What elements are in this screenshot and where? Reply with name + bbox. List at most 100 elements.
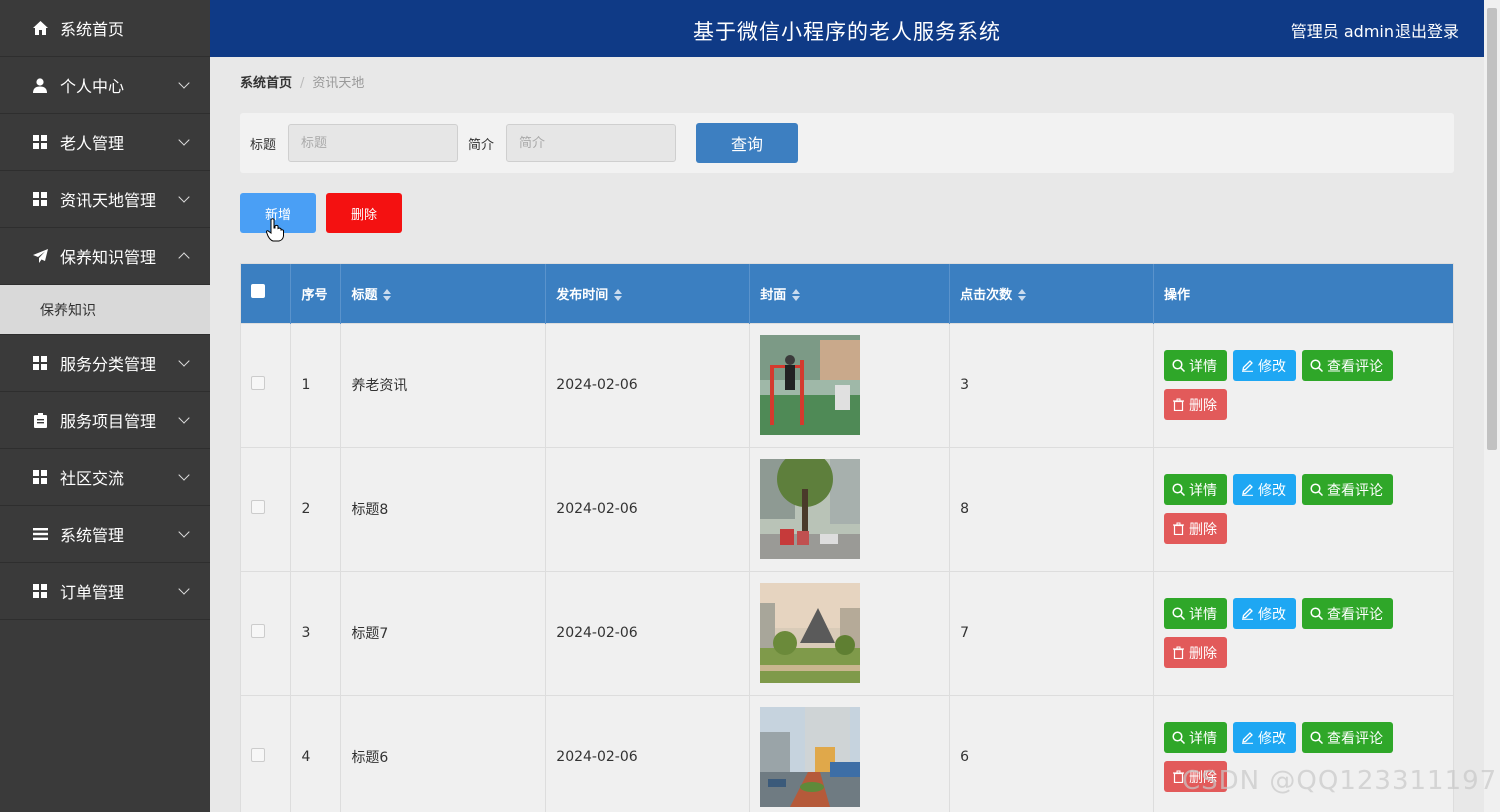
view-comments-button[interactable]: 查看评论 [1301,474,1393,505]
sidebar-item-knowledge[interactable]: 保养知识管理 [0,228,210,285]
sidebar-item-service-project[interactable]: 服务项目管理 [0,392,210,449]
intro-label: 简介 [468,138,495,153]
chevron-down-icon [178,77,190,89]
detail-button[interactable]: 详情 [1163,598,1227,629]
table-header-row: 序号 标题 发布时间 封面 点击次数 操作 [241,264,1453,323]
edit-button[interactable]: 修改 [1232,474,1296,505]
sidebar-item-service-category[interactable]: 服务分类管理 [0,335,210,392]
edit-button[interactable]: 修改 [1232,350,1296,381]
page-scrollbar[interactable] [1484,0,1500,812]
row-select-cell [241,695,292,812]
detail-button[interactable]: 详情 [1163,474,1227,505]
query-button[interactable]: 查询 [696,123,798,163]
sidebar-subitem-label: 保养知识 [40,302,96,319]
col-publish-time[interactable]: 发布时间 [545,264,751,323]
batch-delete-button[interactable]: 删除 [326,193,402,233]
edit-label: 修改 [1257,606,1286,623]
col-publish-time-label: 发布时间 [556,287,609,303]
user-icon [32,77,48,93]
chevron-down-icon [178,412,190,424]
row-ops: 详情 修改 查看评论 删除 [1163,350,1404,420]
clipboard-icon [32,412,48,428]
view-comments-label: 查看评论 [1326,482,1383,499]
breadcrumb: 系统首页 / 资讯天地 [240,72,364,91]
sidebar-item-label: 系统管理 [60,526,125,545]
current-user: 管理员 admin [1290,22,1394,41]
select-all-cell [241,264,292,323]
search-icon [1310,731,1323,745]
chevron-down-icon [178,134,190,146]
row-title: 标题7 [340,571,547,695]
grid-icon [32,583,48,599]
sidebar-item-elderly[interactable]: 老人管理 [0,114,210,171]
intro-search-input[interactable] [506,124,676,162]
row-clicks: 7 [949,571,1154,695]
view-comments-button[interactable]: 查看评论 [1301,598,1393,629]
sidebar-subitem-knowledge[interactable]: 保养知识 [0,285,210,335]
cover-image[interactable] [760,459,861,559]
row-cover-cell [749,571,951,695]
sort-icon[interactable] [383,289,392,302]
search-icon [1172,607,1185,620]
search-icon [1310,483,1323,496]
edit-button[interactable]: 修改 [1232,722,1296,754]
sort-icon[interactable] [614,289,623,302]
sidebar-item-news[interactable]: 资讯天地管理 [0,171,210,228]
chevron-down-icon [178,583,190,595]
sidebar-item-label: 系统首页 [60,20,125,39]
row-checkbox[interactable] [251,500,265,514]
delete-button[interactable]: 删除 [1163,389,1227,420]
delete-label: 删除 [1188,645,1217,662]
row-cover-cell [749,323,951,447]
search-icon [1172,359,1185,372]
detail-button[interactable]: 详情 [1163,722,1227,754]
select-all-checkbox[interactable] [251,284,265,299]
row-index: 3 [290,571,342,695]
sidebar-item-label: 个人中心 [60,77,125,96]
grid-icon [32,355,48,371]
col-clicks-label: 点击次数 [960,287,1013,303]
title-label: 标题 [250,138,277,153]
watermark: CSDN @QQ123311197 [1182,766,1498,796]
cover-image[interactable] [760,583,861,683]
search-icon [1172,731,1185,745]
edit-label: 修改 [1257,482,1286,499]
sidebar-item-community[interactable]: 社区交流 [0,449,210,506]
pencil-icon [1241,608,1253,620]
row-publish-time: 2024-02-06 [545,323,751,447]
view-comments-button[interactable]: 查看评论 [1301,722,1393,754]
delete-button[interactable]: 删除 [1163,637,1227,668]
pencil-icon [1241,484,1253,496]
sidebar-item-home[interactable]: 系统首页 [0,0,210,57]
detail-button[interactable]: 详情 [1163,350,1227,381]
sidebar-item-orders[interactable]: 订单管理 [0,563,210,620]
sort-icon[interactable] [792,289,801,302]
row-index: 4 [290,695,342,812]
row-select-cell [241,571,292,695]
sort-icon[interactable] [1018,289,1027,302]
row-checkbox[interactable] [251,624,265,638]
delete-button[interactable]: 删除 [1163,513,1227,544]
sidebar-item-label: 社区交流 [60,469,125,488]
row-checkbox[interactable] [251,748,265,763]
edit-button[interactable]: 修改 [1232,598,1296,629]
table-row: 3 标题7 2024-02-06 7 详情 修改 查看评论 删除 [241,571,1453,695]
cover-image[interactable] [760,707,861,808]
row-checkbox[interactable] [251,376,265,390]
col-clicks[interactable]: 点击次数 [949,264,1154,323]
cover-image[interactable] [760,335,861,435]
view-comments-label: 查看评论 [1326,358,1383,375]
sidebar-item-system[interactable]: 系统管理 [0,506,210,563]
pencil-icon [1241,732,1253,745]
sidebar-item-personal[interactable]: 个人中心 [0,57,210,114]
sidebar-item-label: 服务项目管理 [60,412,157,431]
breadcrumb-home[interactable]: 系统首页 [240,76,292,91]
view-comments-button[interactable]: 查看评论 [1301,350,1393,381]
logout-link[interactable]: 退出登录 [1395,18,1459,42]
scrollbar-thumb[interactable] [1487,8,1497,450]
row-ops-cell: 详情 修改 查看评论 删除 [1153,571,1453,695]
col-cover[interactable]: 封面 [749,264,951,323]
col-cover-label: 封面 [760,287,787,303]
col-title[interactable]: 标题 [340,264,547,323]
title-search-input[interactable] [288,124,458,162]
